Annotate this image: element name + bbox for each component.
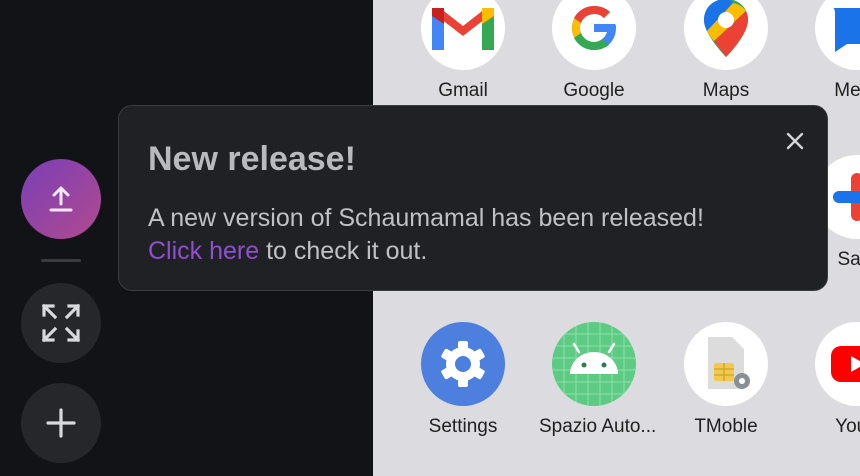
google-icon <box>572 6 616 50</box>
app-android-auto[interactable]: Spazio Auto... <box>539 322 657 438</box>
upload-icon <box>49 186 73 212</box>
app-label: YouT <box>835 416 860 437</box>
app-label: Spazio Auto... <box>539 416 657 437</box>
app-messages[interactable]: Mess <box>802 0 860 102</box>
popup-link-suffix: to check it out. <box>259 237 428 265</box>
add-button[interactable] <box>21 383 101 463</box>
app-label: Google <box>563 80 625 101</box>
popup-message: A new version of Schaumamal has been rel… <box>148 204 704 232</box>
expand-icon <box>41 303 81 343</box>
app-label: Gmail <box>438 80 488 101</box>
gmail-icon <box>432 8 494 50</box>
app-google[interactable]: Google <box>539 0 649 102</box>
app-label: Settings <box>428 416 498 437</box>
app-settings[interactable]: Settings <box>408 322 518 438</box>
click-here-link[interactable]: Click here <box>148 237 259 265</box>
sidebar-divider <box>41 259 81 262</box>
app-maps[interactable]: Maps <box>671 0 781 102</box>
popup-message-block: A new version of Schaumamal has been rel… <box>148 202 808 268</box>
close-button[interactable] <box>782 128 808 154</box>
close-icon <box>786 132 804 150</box>
release-popup: New release! A new version of Schaumamal… <box>118 105 828 291</box>
settings-icon <box>441 341 485 387</box>
app-label: Mess <box>834 80 860 101</box>
messages-icon <box>833 8 860 52</box>
youtube-icon <box>831 346 860 382</box>
maps-icon <box>704 0 748 57</box>
expand-button[interactable] <box>21 283 101 363</box>
app-gmail[interactable]: Gmail <box>408 0 518 102</box>
popup-title: New release! <box>148 140 356 178</box>
safety-icon <box>833 173 860 221</box>
app-youtube[interactable]: YouT <box>802 322 860 438</box>
app-label: TMoble <box>694 416 758 437</box>
android-auto-icon <box>552 322 636 406</box>
upload-button[interactable] <box>21 159 101 239</box>
sim-card-icon <box>708 337 750 389</box>
app-tmoble[interactable]: TMoble <box>671 322 781 438</box>
app-label: Maps <box>702 80 750 101</box>
plus-icon <box>46 408 76 438</box>
